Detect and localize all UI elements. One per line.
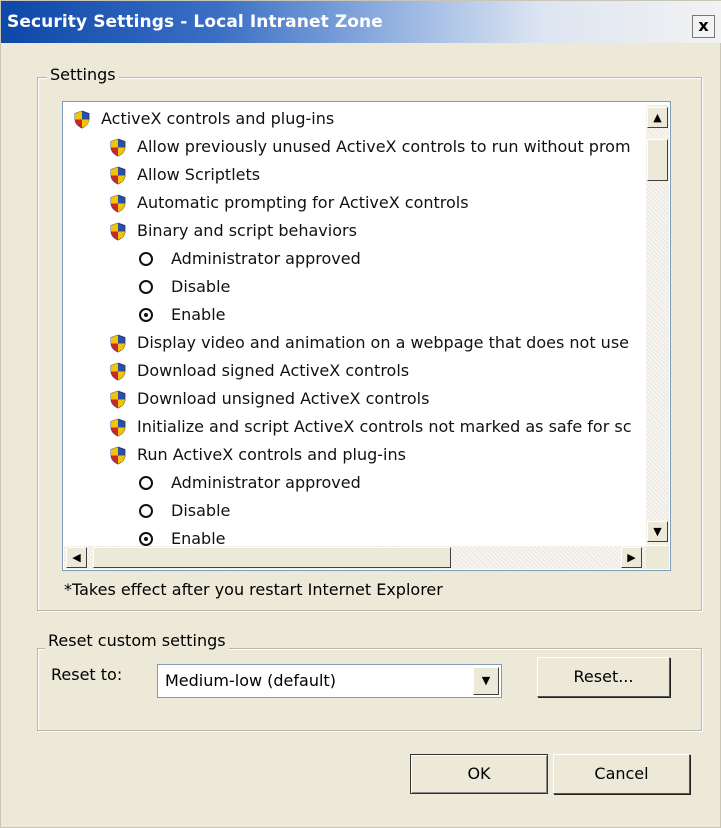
reset-to-label: Reset to: xyxy=(51,665,123,684)
setting-label: Initialize and script ActiveX controls n… xyxy=(137,417,632,436)
security-shield-icon xyxy=(110,390,126,409)
setting-label: Administrator approved xyxy=(171,473,361,492)
settings-tree-list[interactable]: ActiveX controls and plug-ins Allow previ… xyxy=(62,101,671,571)
security-shield-icon xyxy=(110,334,126,353)
setting-label: Disable xyxy=(171,501,231,520)
chevron-down-icon[interactable]: ▼ xyxy=(473,667,499,695)
close-button[interactable]: x xyxy=(692,15,715,38)
horizontal-scroll-thumb[interactable] xyxy=(93,547,451,568)
security-shield-icon xyxy=(110,166,126,185)
ok-button-label: OK xyxy=(467,764,491,783)
radio-unchecked-icon[interactable] xyxy=(139,504,153,518)
setting-label: ActiveX controls and plug-ins xyxy=(101,109,335,128)
reset-legend: Reset custom settings xyxy=(45,631,229,650)
cancel-button[interactable]: Cancel xyxy=(553,754,690,794)
security-shield-icon xyxy=(74,110,90,129)
arrow-up-icon: ▲ xyxy=(653,111,662,124)
arrow-left-icon: ◀ xyxy=(72,551,81,564)
security-shield-icon xyxy=(110,222,126,241)
title-bar[interactable]: Security Settings - Local Intranet Zone … xyxy=(1,1,721,43)
setting-label: Allow previously unused ActiveX controls… xyxy=(137,137,631,156)
scroll-down-button[interactable]: ▼ xyxy=(647,521,668,542)
setting-label: Download unsigned ActiveX controls xyxy=(137,389,430,408)
setting-label: Allow Scriptlets xyxy=(137,165,261,184)
scroll-right-button[interactable]: ▶ xyxy=(621,547,642,568)
setting-label: Download signed ActiveX controls xyxy=(137,361,410,380)
setting-label: Automatic prompting for ActiveX controls xyxy=(137,193,469,212)
security-shield-icon xyxy=(110,446,126,465)
cancel-button-label: Cancel xyxy=(594,764,649,783)
reset-button[interactable]: Reset... xyxy=(537,657,670,697)
setting-label: Display video and animation on a webpage… xyxy=(137,333,629,352)
radio-unchecked-icon[interactable] xyxy=(139,280,153,294)
security-settings-dialog: Security Settings - Local Intranet Zone … xyxy=(0,0,721,828)
reset-button-label: Reset... xyxy=(573,667,634,686)
reset-level-dropdown[interactable]: Medium-low (default) ▼ xyxy=(157,664,502,698)
security-shield-icon xyxy=(110,418,126,437)
security-shield-icon xyxy=(110,194,126,213)
radio-checked-icon[interactable] xyxy=(139,308,153,322)
setting-label: Disable xyxy=(171,277,231,296)
restart-note: *Takes effect after you restart Internet… xyxy=(64,580,443,599)
radio-unchecked-icon[interactable] xyxy=(139,252,153,266)
vertical-scroll-thumb[interactable] xyxy=(647,139,668,181)
settings-legend: Settings xyxy=(47,65,119,84)
setting-label: Enable xyxy=(171,305,226,324)
window-title: Security Settings - Local Intranet Zone xyxy=(7,12,383,32)
arrow-down-icon: ▼ xyxy=(653,525,662,538)
arrow-right-icon: ▶ xyxy=(627,551,636,564)
setting-label: Run ActiveX controls and plug-ins xyxy=(137,445,406,464)
scroll-left-button[interactable]: ◀ xyxy=(66,547,87,568)
reset-level-value: Medium-low (default) xyxy=(165,671,336,690)
security-shield-icon xyxy=(110,362,126,381)
security-shield-icon xyxy=(110,138,126,157)
radio-unchecked-icon[interactable] xyxy=(139,476,153,490)
scrollbar-corner xyxy=(646,546,669,569)
vertical-scrollbar[interactable]: ▲ ▼ xyxy=(646,105,669,545)
horizontal-scrollbar[interactable]: ◀ ▶ xyxy=(64,546,646,569)
setting-label: Binary and script behaviors xyxy=(137,221,357,240)
setting-label: Administrator approved xyxy=(171,249,361,268)
ok-button[interactable]: OK xyxy=(410,754,548,794)
radio-checked-icon[interactable] xyxy=(139,532,153,546)
close-icon: x xyxy=(698,16,709,35)
scroll-up-button[interactable]: ▲ xyxy=(647,107,668,128)
